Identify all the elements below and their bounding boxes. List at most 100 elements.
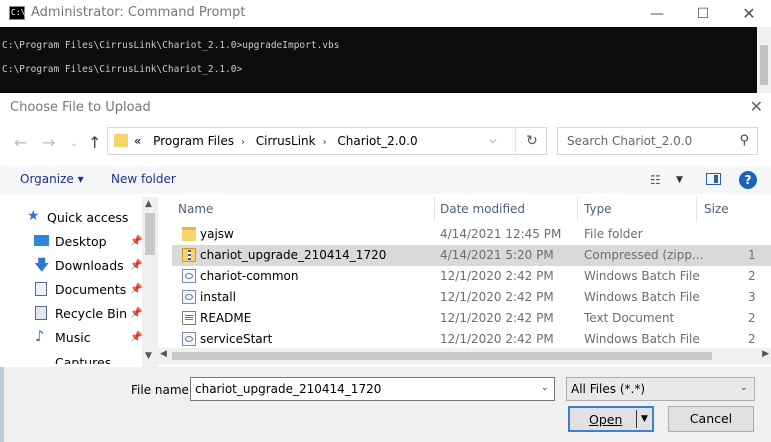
file-type: Text Document: [584, 311, 675, 325]
file-row[interactable]: chariot_upgrade_210414_1720 4/14/2021 5:2…: [172, 245, 771, 266]
text-file-icon: [182, 311, 196, 325]
nav-item-captures[interactable]: Captures: [55, 350, 111, 364]
nav-pane-scrollbar[interactable]: ▲ ▼: [142, 197, 158, 367]
dialog-close-icon[interactable]: ✕: [750, 97, 763, 116]
breadcrumb-chariot[interactable]: Chariot_2.0.0: [337, 134, 417, 148]
file-size: 3: [748, 290, 756, 304]
scroll-right-icon[interactable]: ▶: [762, 349, 769, 359]
navigation-pane: ★ Quick access Desktop 📌 🡇 Downloads 📌 D…: [0, 197, 158, 367]
file-name: yajsw: [200, 227, 234, 241]
refresh-icon[interactable]: ↻: [515, 127, 548, 155]
maximize-icon[interactable]: ☐: [680, 0, 726, 27]
sort-indicator-icon: ⌃: [300, 197, 308, 203]
file-type: File folder: [584, 227, 643, 241]
file-name: install: [200, 290, 236, 304]
cmd-scrollbar[interactable]: [757, 27, 771, 93]
cmd-titlebar: C:\. Administrator: Command Prompt — ☐ ✕: [0, 0, 771, 27]
file-row[interactable]: README 12/1/2020 2:42 PM Text Document 2: [172, 308, 771, 329]
file-type: Windows Batch File: [584, 332, 700, 346]
address-dropdown-icon[interactable]: ⌵: [489, 135, 497, 146]
nav-item-desktop[interactable]: Desktop 📌: [34, 230, 142, 252]
zip-icon: [182, 248, 196, 262]
address-bar[interactable]: « Program Files › CirrusLink › Chariot_2.0…: [107, 127, 547, 155]
file-row[interactable]: serviceStart 12/1/2020 2:42 PM Windows Bat…: [172, 329, 771, 350]
nav-item-quick-access[interactable]: ★ Quick access: [27, 206, 129, 228]
file-row[interactable]: yajsw 4/14/2021 12:45 PM File folder: [172, 224, 771, 245]
nav-item-music[interactable]: ♪ Music 📌: [35, 326, 142, 348]
column-header-type[interactable]: Type: [584, 202, 612, 216]
documents-icon: [35, 282, 47, 296]
nav-label: Music: [55, 329, 91, 345]
file-type: Compressed (zipp...: [584, 248, 704, 262]
file-date: 12/1/2020 2:42 PM: [440, 332, 554, 346]
preview-pane-icon[interactable]: [706, 173, 721, 185]
file-upload-dialog: Choose File to Upload ✕ ← → ⌄ ↑ « Progra…: [0, 93, 771, 442]
file-date: 12/1/2020 2:42 PM: [440, 311, 554, 325]
file-date: 12/1/2020 2:42 PM: [440, 290, 554, 304]
open-button-label: Open: [589, 412, 623, 427]
scroll-thumb[interactable]: [145, 213, 155, 255]
help-icon[interactable]: ?: [739, 171, 757, 189]
cmd-line: C:\Program Files\CirrusLink\Chariot_2.1.…: [2, 40, 340, 51]
batch-file-icon: [182, 332, 196, 346]
up-arrow-icon[interactable]: ↑: [88, 133, 101, 152]
view-options-icon[interactable]: ☷: [650, 173, 661, 187]
pin-icon: 📌: [130, 331, 143, 343]
breadcrumb-cirruslink[interactable]: CirrusLink: [256, 134, 316, 148]
file-type-dropdown-icon[interactable]: ⌄: [740, 383, 748, 393]
folder-icon: [182, 227, 196, 241]
window-edge: [0, 367, 4, 442]
close-icon[interactable]: ✕: [726, 0, 771, 27]
organize-button[interactable]: Organize ▾: [20, 172, 84, 186]
column-header-size[interactable]: Size: [704, 202, 729, 216]
file-name-input[interactable]: chariot_upgrade_210414_1720: [190, 377, 555, 401]
file-type: Windows Batch File: [584, 290, 700, 304]
pin-icon: 📌: [130, 283, 143, 295]
pin-icon: 📌: [130, 259, 143, 271]
new-folder-button[interactable]: New folder: [111, 172, 176, 186]
file-name: serviceStart: [200, 332, 273, 346]
nav-label: Documents: [55, 281, 127, 297]
file-type-select[interactable]: All Files (*.*): [566, 377, 755, 401]
file-list-horizontal-scrollbar[interactable]: ◀ ▶: [158, 348, 771, 364]
cmd-console[interactable]: C:\Program Files\CirrusLink\Chariot_2.1.…: [0, 27, 771, 93]
pin-icon: 📌: [130, 235, 143, 247]
recent-locations-chevron-icon[interactable]: ⌄: [70, 138, 78, 149]
file-name-label: File name:: [131, 383, 193, 397]
search-input[interactable]: Search Chariot_2.0.0 ⚲: [557, 127, 758, 155]
file-row[interactable]: install 12/1/2020 2:42 PM Windows Batch Fi…: [172, 287, 771, 308]
scroll-left-icon[interactable]: ◀: [160, 349, 167, 359]
file-type-value: All Files (*.*): [571, 382, 646, 396]
batch-file-icon: [182, 269, 196, 283]
minimize-icon[interactable]: —: [634, 0, 680, 27]
file-size: 2: [748, 269, 756, 283]
back-arrow-icon[interactable]: ←: [14, 133, 27, 152]
file-type: Windows Batch File: [584, 269, 700, 283]
nav-item-downloads[interactable]: 🡇 Downloads 📌: [34, 254, 142, 276]
scroll-up-icon[interactable]: ▲: [145, 199, 152, 209]
scroll-thumb[interactable]: [172, 352, 712, 360]
file-date: 4/14/2021 5:20 PM: [440, 248, 554, 262]
file-size: 2: [748, 311, 756, 325]
search-placeholder: Search Chariot_2.0.0: [567, 134, 693, 148]
open-dropdown-icon[interactable]: ▼: [641, 414, 648, 424]
view-dropdown-icon[interactable]: ▼: [676, 175, 683, 185]
file-list: ⌃ Name Date modified Type Size yajsw 4/14…: [172, 197, 771, 367]
nav-item-recycle-bin[interactable]: Recycle Bin 📌: [35, 302, 142, 324]
cmd-window-title: Administrator: Command Prompt: [31, 5, 246, 20]
cancel-button[interactable]: Cancel: [668, 406, 754, 432]
forward-arrow-icon[interactable]: →: [42, 133, 55, 152]
breadcrumb-overflow[interactable]: «: [134, 134, 141, 148]
column-header-name[interactable]: Name: [178, 202, 213, 216]
file-name-dropdown-icon[interactable]: ⌄: [541, 383, 549, 393]
nav-label: Quick access: [47, 209, 129, 225]
file-row[interactable]: chariot-common 12/1/2020 2:42 PM Windows B…: [172, 266, 771, 287]
pin-icon: 📌: [130, 307, 143, 319]
nav-item-documents[interactable]: Documents 📌: [35, 278, 142, 300]
scroll-down-icon[interactable]: ▼: [145, 351, 152, 361]
batch-file-icon: [182, 290, 196, 304]
nav-label: Recycle Bin: [55, 305, 128, 321]
column-header-date-modified[interactable]: Date modified: [440, 202, 525, 216]
open-button[interactable]: Open ▼: [568, 406, 654, 432]
breadcrumb-program-files[interactable]: Program Files: [153, 134, 234, 148]
